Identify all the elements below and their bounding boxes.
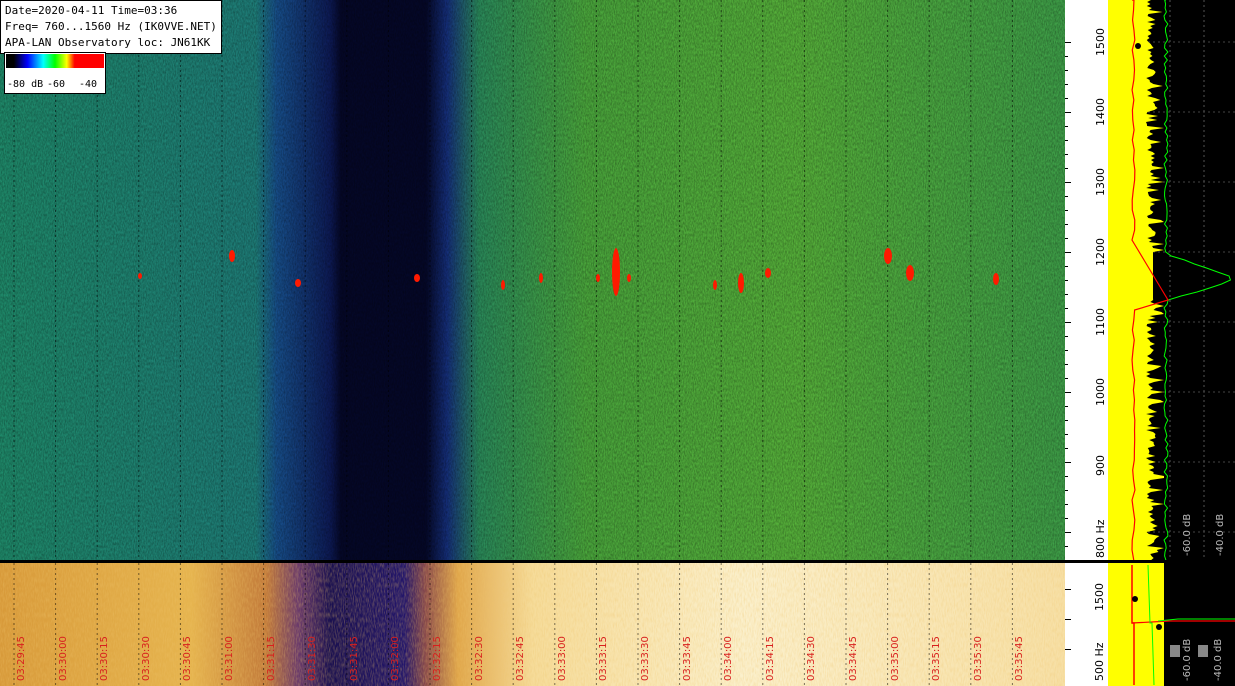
spectrum-marker <box>1135 43 1141 49</box>
freq-label-900: 900 <box>1094 455 1107 476</box>
time-label: 03:35:15 <box>931 636 942 681</box>
time-label: 03:31:30 <box>307 636 318 681</box>
time-label: 03:32:15 <box>432 636 443 681</box>
color-scale-bar <box>6 54 104 68</box>
waterfall-history-canvas <box>0 563 1065 686</box>
freq-tick-800 <box>1065 532 1071 533</box>
meteor-echo <box>713 280 717 290</box>
time-label: 03:34:15 <box>765 636 776 681</box>
time-label: 03:32:30 <box>474 636 485 681</box>
scale-label-mid: -60 <box>47 79 66 90</box>
freq-label-1000: 1000 <box>1094 378 1107 406</box>
meteor-echo <box>765 268 771 278</box>
time-label: 03:34:00 <box>723 636 734 681</box>
spectrum-panel-history: -60.0 dB -40.0 dB <box>1108 563 1235 686</box>
time-label: 03:32:45 <box>515 636 526 681</box>
meteor-echo <box>414 274 420 282</box>
meteor-echo <box>993 273 999 285</box>
time-label: 03:33:45 <box>682 636 693 681</box>
meteor-echo <box>539 273 543 283</box>
time-label: 03:29:45 <box>16 636 27 681</box>
freq-label-1200: 1200 <box>1094 238 1107 266</box>
meteor-echo <box>596 274 600 282</box>
info-observatory: APA-LAN Observatory loc: JN61KK <box>5 36 211 49</box>
time-label: 03:30:45 <box>182 636 193 681</box>
time-label: 03:35:00 <box>890 636 901 681</box>
scale-label-min: -80 dB <box>7 79 44 90</box>
waterfall-main <box>0 0 1065 560</box>
info-frequency: Freq= 760...1560 Hz (IK0VVE.NET) <box>5 20 217 33</box>
info-date-time: Date=2020-04-11 Time=03:36 <box>5 4 178 17</box>
freq-tick-1300 <box>1065 182 1071 183</box>
freq-tick-900 <box>1065 462 1071 463</box>
time-label: 03:35:30 <box>973 636 984 681</box>
waterfall-main-canvas <box>0 0 1065 560</box>
spectrum-panel-main: -60.0 dB -40.0 dB <box>1108 0 1235 560</box>
meteor-echo <box>627 274 631 282</box>
spectrum-history-db-right: -40.0 dB <box>1213 638 1224 681</box>
time-label: 03:33:30 <box>640 636 651 681</box>
freq-label-1400: 1400 <box>1094 98 1107 126</box>
time-label: 03:31:00 <box>224 636 235 681</box>
freq-label-1500-bottom: 1500 <box>1093 583 1106 611</box>
spectrum-db-label-left: -60.0 dB <box>1182 513 1193 556</box>
time-label: 03:31:45 <box>349 636 360 681</box>
freq-label-500-bottom: 500 Hz <box>1093 642 1106 681</box>
meteor-echo <box>906 265 914 281</box>
waterfall-history: 03:29:45 03:30:00 03:30:15 03:30:30 03:30:45… <box>0 563 1065 686</box>
freq-label-1300: 1300 <box>1094 168 1107 196</box>
freq-label-1500: 1500 <box>1094 28 1107 56</box>
freq-tick-1200 <box>1065 252 1071 253</box>
time-label: 03:35:45 <box>1014 636 1025 681</box>
time-label: 03:34:30 <box>806 636 817 681</box>
frequency-axis-history: 1500 500 Hz <box>1065 563 1108 686</box>
meteor-echo <box>612 248 620 296</box>
freq-tick-1500 <box>1065 42 1071 43</box>
meteor-echo <box>884 248 892 264</box>
time-label: 03:31:15 <box>266 636 277 681</box>
freq-label-800: 800 Hz <box>1094 519 1107 558</box>
frequency-axis-main: 1500 1400 1300 1200 1100 1000 900 800 Hz <box>1065 0 1108 589</box>
time-label: 03:30:30 <box>141 636 152 681</box>
freq-tick-1100 <box>1065 322 1071 323</box>
time-label: 03:30:00 <box>58 636 69 681</box>
color-scale-legend: -80 dB -60 -40 <box>4 52 106 94</box>
spectrum-db-label-right: -40.0 dB <box>1215 513 1226 556</box>
meteor-echo <box>295 279 301 287</box>
time-label: 03:33:00 <box>557 636 568 681</box>
freq-tick-1000 <box>1065 392 1071 393</box>
meteor-echo <box>501 280 505 290</box>
time-label: 03:32:00 <box>390 636 401 681</box>
spectrogram-display: Date=2020-04-11 Time=03:36 Freq= 760...1… <box>0 0 1235 686</box>
time-label: 03:34:45 <box>848 636 859 681</box>
spectrum-history-db-left: -60.0 dB <box>1182 638 1193 681</box>
meteor-echo <box>229 250 235 262</box>
meteor-echo <box>738 273 744 293</box>
freq-label-1100: 1100 <box>1094 308 1107 336</box>
freq-tick-1400 <box>1065 112 1071 113</box>
time-label: 03:30:15 <box>99 636 110 681</box>
scale-label-max: -40 <box>79 79 98 90</box>
spectrum-main-canvas <box>1108 0 1235 560</box>
meteor-echo <box>138 273 142 279</box>
info-box: Date=2020-04-11 Time=03:36 Freq= 760...1… <box>0 0 222 54</box>
time-label: 03:33:15 <box>598 636 609 681</box>
